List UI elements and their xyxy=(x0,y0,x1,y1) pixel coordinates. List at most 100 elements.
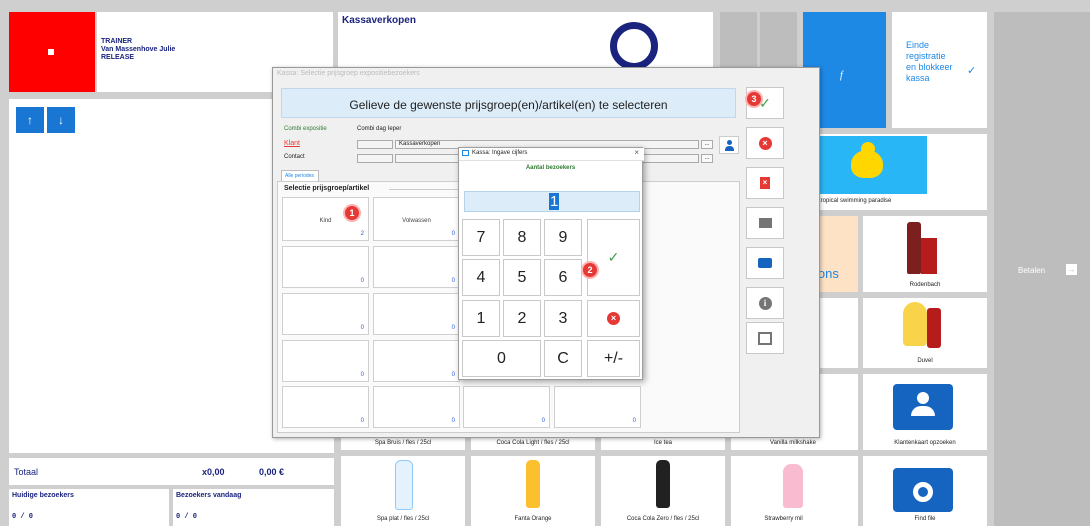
user-body xyxy=(911,406,935,416)
user-name: Van Massenhove Julie xyxy=(101,46,176,53)
klant-code-field[interactable] xyxy=(357,140,393,149)
numpad-key-0[interactable]: 0 xyxy=(462,340,541,377)
numpad-key[interactable]: 1 xyxy=(462,300,500,337)
price-group-count: 0 xyxy=(360,325,364,331)
price-group-count: 0 xyxy=(360,418,364,424)
magnifier-ring xyxy=(913,482,933,502)
einde-registratie-tile[interactable]: Einde registratie en blokkeer kassa ✓ xyxy=(892,12,987,128)
numpad-clear-key[interactable]: C xyxy=(544,340,582,377)
cust-head xyxy=(727,140,732,145)
numpad-key[interactable]: 8 xyxy=(503,219,541,256)
price-group-cell[interactable]: 0 xyxy=(373,386,460,428)
check-icon: ✓ xyxy=(967,65,977,77)
cancel-circle-icon: × xyxy=(607,312,620,325)
numpad-key[interactable]: 4 xyxy=(462,259,500,296)
cust-body xyxy=(725,146,734,151)
price-group-cell[interactable]: 0 xyxy=(554,386,641,428)
price-group-cell[interactable]: 0 xyxy=(463,386,550,428)
numpad-close-button[interactable]: × xyxy=(634,148,639,157)
tile-klantenkaart[interactable]: Klantenkaart opzoeken xyxy=(863,374,987,450)
price-group-cell[interactable]: 0 xyxy=(373,293,460,335)
price-group-cell[interactable]: 0 xyxy=(282,386,369,428)
tile-find-file[interactable]: Find file xyxy=(863,456,987,526)
numpad-display[interactable]: 1 xyxy=(464,191,640,212)
contact-lookup-button[interactable]: ... xyxy=(701,154,713,163)
tile-fanta[interactable]: Fanta Orange xyxy=(471,456,595,526)
numpad-key[interactable]: 2 xyxy=(503,300,541,337)
tile-coca-zero[interactable]: Coca Cola Zero / fles / 25cl xyxy=(601,456,725,526)
annotation-badge-3: 3 xyxy=(745,90,763,108)
price-group-count: 0 xyxy=(360,278,364,284)
price-group-count: 0 xyxy=(451,372,455,378)
visitors-today-value: 0 / 0 xyxy=(176,513,198,521)
delete-button[interactable]: × xyxy=(746,167,784,199)
scroll-down-button[interactable]: ↓ xyxy=(47,107,75,133)
price-group-count: 0 xyxy=(541,418,545,424)
numpad-confirm-button[interactable]: ✓ xyxy=(587,219,640,296)
fanta-label: Fanta Orange xyxy=(514,516,552,522)
ice-tea-label: Ice tea xyxy=(653,440,672,446)
einde-label: Einde registratie en blokkeer kassa xyxy=(906,40,953,83)
arrow-up-icon: ↑ xyxy=(27,113,33,127)
comment-button[interactable] xyxy=(746,247,784,279)
price-group-cell[interactable]: 0 xyxy=(282,246,369,288)
dialog-title: Kassa: Selectie prijsgroep expositiebezo… xyxy=(277,70,420,77)
coca-zero-label: Coca Cola Zero / fles / 25cl xyxy=(626,516,700,522)
contact-code-field[interactable] xyxy=(357,154,393,163)
tile-rodenbach[interactable]: Rodenbach xyxy=(863,216,987,292)
price-group-count: 0 xyxy=(451,325,455,331)
klant-lookup-button[interactable]: ... xyxy=(701,140,713,149)
numpad-sign-key[interactable]: +/- xyxy=(587,340,640,377)
square-icon xyxy=(48,49,54,55)
red-stop-tile[interactable] xyxy=(9,12,95,92)
calendar-icon xyxy=(758,331,772,345)
customer-search-icon[interactable] xyxy=(719,136,739,154)
user-head xyxy=(917,392,929,404)
find-file-label: Find file xyxy=(914,516,936,522)
price-group-cell[interactable]: 0 xyxy=(373,246,460,288)
price-group-cell[interactable]: Volwassen 0 xyxy=(373,197,460,241)
header-title: Kassaverkopen xyxy=(342,15,416,26)
app-mode: RELEASE xyxy=(101,54,135,61)
price-group-cell[interactable]: 0 xyxy=(282,293,369,335)
tile-swimming-paradise[interactable]: tropical swimming paradise xyxy=(803,134,987,210)
info-icon: i xyxy=(758,296,772,310)
price-group-cell[interactable]: 0 xyxy=(282,340,369,382)
calendar-button[interactable] xyxy=(746,322,784,354)
grey-tile-2[interactable] xyxy=(760,12,797,72)
trash-icon: × xyxy=(760,177,770,189)
duck-head xyxy=(861,142,875,156)
klant-link[interactable]: Klant xyxy=(284,140,300,147)
grey-tile-1[interactable] xyxy=(720,12,757,72)
tile-white-blank-3[interactable] xyxy=(803,456,858,526)
price-group-count: 0 xyxy=(360,372,364,378)
folder-user-icon xyxy=(893,384,953,430)
numpad-key[interactable]: 6 xyxy=(544,259,582,296)
numpad-value: 1 xyxy=(549,193,560,210)
cancel-dialog-button[interactable]: × xyxy=(746,127,784,159)
check-icon: ✓ xyxy=(607,249,620,265)
price-group-count: 0 xyxy=(451,231,455,237)
price-group-count: 0 xyxy=(632,418,636,424)
info-button[interactable]: i xyxy=(746,287,784,319)
group-title: Selectie prijsgroep/artikel xyxy=(284,185,370,192)
betalen-button[interactable]: Betalen → xyxy=(994,12,1090,526)
scroll-up-button[interactable]: ↑ xyxy=(16,107,44,133)
tile-spa-plat[interactable]: Spa plat / fles / 25cl xyxy=(341,456,465,526)
add-item-button[interactable] xyxy=(746,207,784,239)
speech-bubble-icon xyxy=(758,258,772,268)
numpad-key[interactable]: 7 xyxy=(462,219,500,256)
current-visitors-label: Huidige bezoekers xyxy=(12,492,74,499)
price-group-cell[interactable]: 0 xyxy=(373,340,460,382)
cancel-circle-icon: × xyxy=(758,136,772,150)
numpad-key[interactable]: 5 xyxy=(503,259,541,296)
arrow-down-icon: ↓ xyxy=(58,113,64,127)
numpad-cancel-button[interactable]: × xyxy=(587,300,640,337)
dialog-banner: Gelieve de gewenste prijsgroep(en)/artik… xyxy=(281,88,736,118)
tile-duvel[interactable]: Duvel xyxy=(863,298,987,368)
numpad-key[interactable]: 9 xyxy=(544,219,582,256)
tab-alle-periodes[interactable]: Alle periodes xyxy=(281,170,319,181)
price-group-count: 2 xyxy=(360,231,364,237)
duvel-glass-icon xyxy=(903,302,927,346)
numpad-key[interactable]: 3 xyxy=(544,300,582,337)
